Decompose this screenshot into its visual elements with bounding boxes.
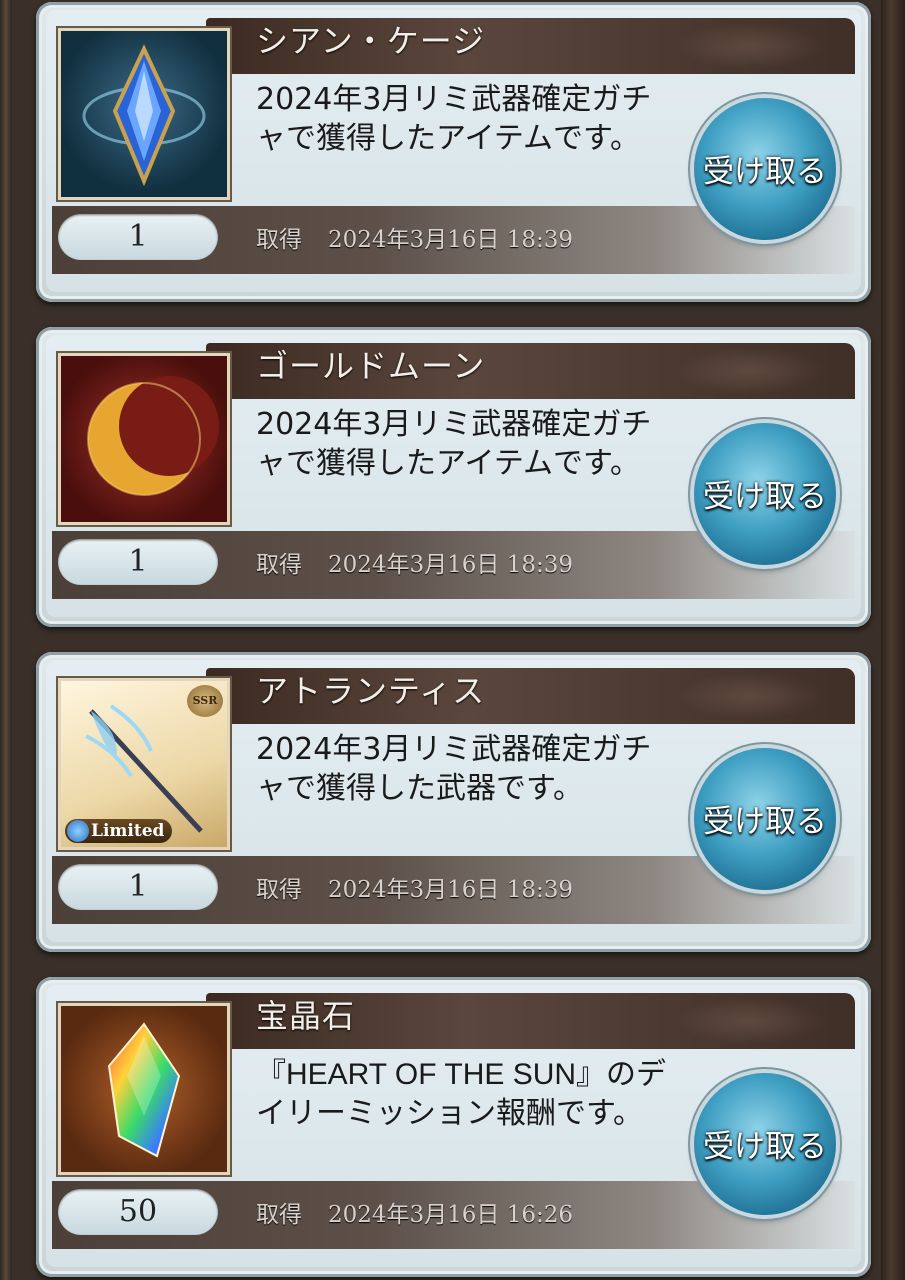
weapon-atlantis-icon: SSR Limited (58, 678, 230, 850)
acquired-info: 取得 2024年3月16日 18:39 (256, 870, 573, 904)
receive-button[interactable]: 受け取る (694, 98, 836, 240)
item-quantity: 50 (58, 1189, 218, 1235)
rarity-badge: SSR (187, 685, 223, 717)
present-item: SSR Limited アトランティス 2024年3月リミ武器確定ガチャで獲得し… (36, 652, 871, 952)
present-item: ゴールドムーン 2024年3月リミ武器確定ガチャで獲得したアイテムです。 1 取… (36, 327, 871, 627)
acquired-date: 2024年3月16日 18:39 (328, 227, 574, 253)
acquired-label: 取得 (256, 877, 302, 903)
receive-button[interactable]: 受け取る (694, 423, 836, 565)
acquired-info: 取得 2024年3月16日 16:26 (256, 1195, 573, 1229)
limited-label: Limited (91, 821, 165, 841)
acquired-info: 取得 2024年3月16日 18:39 (256, 220, 573, 254)
gold-moon-icon (58, 353, 230, 525)
item-quantity: 1 (58, 864, 218, 910)
acquired-info: 取得 2024年3月16日 18:39 (256, 545, 573, 579)
acquired-date: 2024年3月16日 16:26 (328, 1202, 574, 1228)
item-description: 2024年3月リミ武器確定ガチャで獲得したアイテムです。 (256, 407, 652, 481)
item-description: 『HEART OF THE SUN』のデイリーミッション報酬です。 (256, 1058, 667, 1130)
item-name: 宝晶石 (256, 997, 356, 1035)
blue-crystal-icon (58, 28, 230, 200)
receive-button-label: 受け取る (703, 154, 827, 190)
receive-button[interactable]: 受け取る (694, 1073, 836, 1215)
item-name: アトランティス (256, 672, 486, 710)
item-quantity: 1 (58, 214, 218, 260)
item-description: 2024年3月リミ武器確定ガチャで獲得したアイテムです。 (256, 82, 652, 156)
crystal-gem-icon (58, 1003, 230, 1175)
water-element-icon (67, 820, 89, 842)
item-description: 2024年3月リミ武器確定ガチャで獲得した武器です。 (256, 732, 652, 806)
item-quantity: 1 (58, 539, 218, 585)
limited-badge: Limited (65, 819, 173, 843)
acquired-date: 2024年3月16日 18:39 (328, 552, 574, 578)
receive-button[interactable]: 受け取る (694, 748, 836, 890)
receive-button-label: 受け取る (703, 479, 827, 515)
scrollbar[interactable] (881, 0, 905, 1280)
present-item: 宝晶石 『HEART OF THE SUN』のデイリーミッション報酬です。 50… (36, 977, 871, 1277)
item-name: シアン・ケージ (256, 22, 486, 60)
acquired-label: 取得 (256, 1202, 302, 1228)
item-name: ゴールドムーン (256, 347, 486, 385)
present-item: シアン・ケージ 2024年3月リミ武器確定ガチャで獲得したアイテムです。 1 取… (36, 2, 871, 302)
receive-button-label: 受け取る (703, 1129, 827, 1165)
left-border (0, 0, 12, 1280)
acquired-label: 取得 (256, 552, 302, 578)
acquired-date: 2024年3月16日 18:39 (328, 877, 574, 903)
receive-button-label: 受け取る (703, 804, 827, 840)
acquired-label: 取得 (256, 227, 302, 253)
